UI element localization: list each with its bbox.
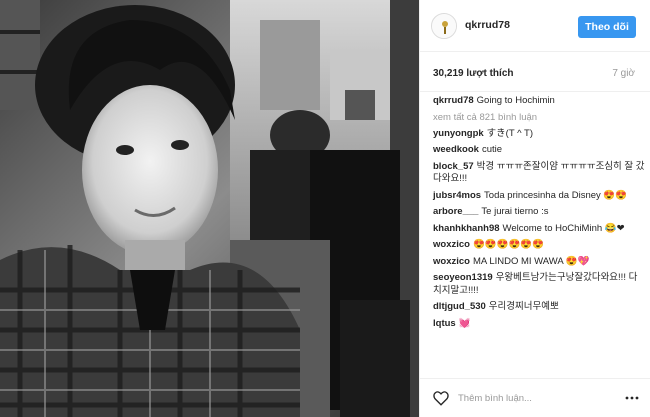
comment-text: 💓 <box>458 317 471 329</box>
heart-icon[interactable] <box>432 389 450 407</box>
comment-text: すき(T ^ T) <box>486 127 533 139</box>
comment-username[interactable]: weedkook <box>433 144 479 155</box>
photo-image <box>0 0 419 417</box>
comment-username[interactable]: seoyeon1319 <box>433 272 493 283</box>
comment-text: 😍😍😍😍😍😍 <box>472 239 544 250</box>
caption: qkrrud78 Going to Hochimin <box>433 95 645 108</box>
follow-button[interactable]: Theo dõi <box>578 16 636 38</box>
comment-row: block_57 박경 ㅠㅠㅠ존잘이얌 ㅠㅠㅠㅠ조심히 잘 갔다와요!!! <box>433 161 645 186</box>
username-link[interactable]: qkrrud78 <box>465 19 510 31</box>
comment-username[interactable]: block_57 <box>433 161 474 172</box>
comment-row: lqtus 💓 <box>433 318 645 331</box>
comment-text: Te jurai tierno :s <box>481 206 549 217</box>
comment-row: seoyeon1319 우왕베트남가는구낭잘갔다와요!!! 다치지말고!!!! <box>433 272 645 297</box>
view-all-comments-link[interactable]: xem tất cả 821 bình luận <box>433 112 645 124</box>
caption-text: Going to Hochimin <box>476 95 555 106</box>
comment-text: Welcome to HoChiMinh 😂❤ <box>502 222 625 234</box>
comment-username[interactable]: dltjgud_530 <box>433 301 486 312</box>
post-panel: qkrrud78 Theo dõi 30,219 lượt thích 7 gi… <box>419 0 650 417</box>
comment-row: weedkook cutie <box>433 144 645 157</box>
comment-row: khanhkhanh98 Welcome to HoChiMinh 😂❤ <box>433 223 645 236</box>
more-icon[interactable] <box>625 395 639 401</box>
caption-username[interactable]: qkrrud78 <box>433 95 474 106</box>
post-stats: 30,219 lượt thích 7 giờ <box>420 52 650 92</box>
comment-text: MA LINDO MI WAWA 😍💖 <box>472 255 590 267</box>
comment-username[interactable]: woxzico <box>433 256 470 267</box>
comment-text: 우리경찌너무예뽀 <box>488 301 559 312</box>
comment-row: jubsr4mos Toda princesinha da Disney 😍😍 <box>433 190 645 203</box>
avatar[interactable] <box>431 13 457 39</box>
comment-input[interactable] <box>458 389 608 407</box>
comment-username[interactable]: arbore___ <box>433 206 478 217</box>
likes-count[interactable]: 30,219 lượt thích <box>433 68 514 79</box>
comment-username[interactable]: yunyongpk <box>433 128 484 139</box>
comment-username[interactable]: jubsr4mos <box>433 190 481 201</box>
post-header: qkrrud78 Theo dõi <box>420 0 650 52</box>
comment-text: cutie <box>481 144 503 155</box>
comment-row: woxzico MA LINDO MI WAWA 😍💖 <box>433 256 645 269</box>
post-photo[interactable] <box>0 0 419 417</box>
comment-row: arbore___ Te jurai tierno :s <box>433 206 645 219</box>
comment-text: Toda princesinha da Disney 😍😍 <box>484 189 628 201</box>
comment-username[interactable]: lqtus <box>433 318 456 329</box>
comment-username[interactable]: woxzico <box>433 239 470 250</box>
comment-row: dltjgud_530 우리경찌너무예뽀 <box>433 301 645 314</box>
comment-username[interactable]: khanhkhanh98 <box>433 223 500 234</box>
comments-list: qkrrud78 Going to Hochimin xem tất cả 821… <box>433 95 645 334</box>
comment-row: woxzico 😍😍😍😍😍😍 <box>433 239 645 252</box>
add-comment-bar <box>420 378 650 417</box>
post-time[interactable]: 7 giờ <box>612 68 635 79</box>
comment-row: yunyongpk すき(T ^ T) <box>433 128 645 141</box>
